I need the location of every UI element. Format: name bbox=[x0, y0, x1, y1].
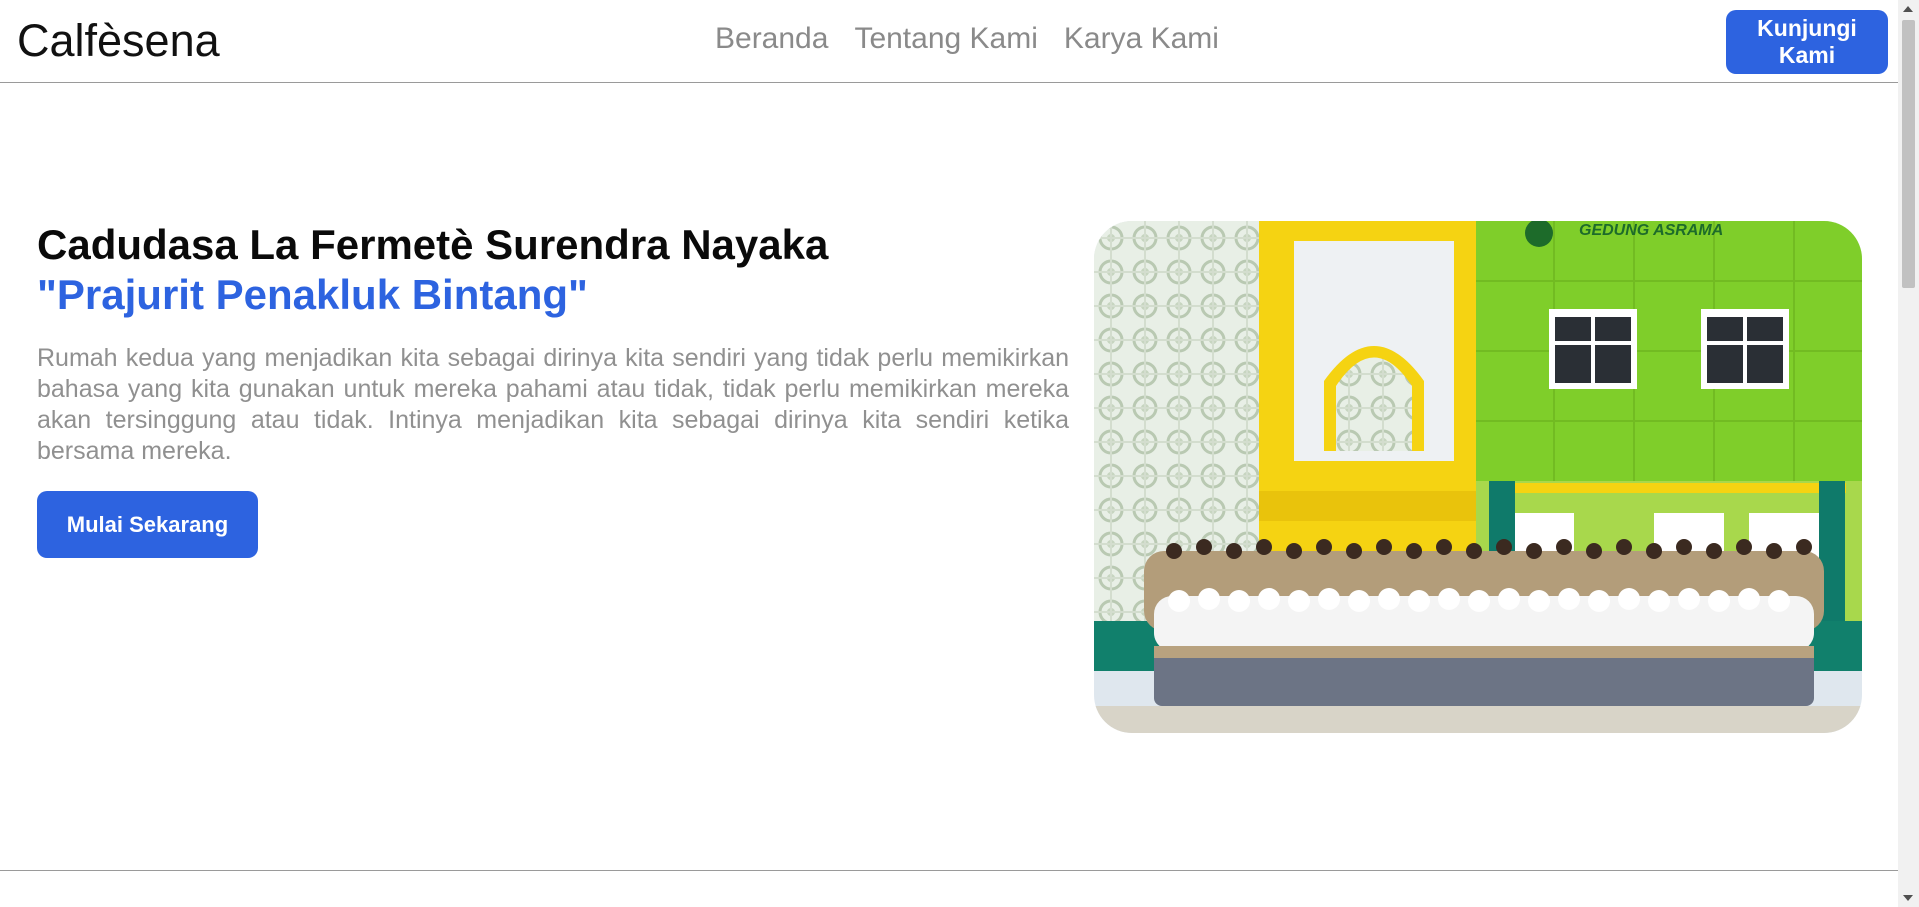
hero-subtitle: "Prajurit Penakluk Bintang" bbox=[37, 271, 588, 318]
scrollbar-thumb[interactable] bbox=[1902, 20, 1915, 288]
hero-title: Cadudasa La Fermetè Surendra Nayaka bbox=[37, 221, 829, 268]
start-now-button[interactable]: Mulai Sekarang bbox=[37, 491, 258, 558]
hero-photo: GEDUNG ASRAMA bbox=[1094, 221, 1862, 733]
building-sign: GEDUNG ASRAMA bbox=[1579, 222, 1723, 239]
scroll-up-arrow-icon[interactable] bbox=[1903, 6, 1913, 12]
hero-description: Rumah kedua yang menjadikan kita sebagai… bbox=[37, 344, 1069, 465]
brand-logo[interactable]: Calfèsena bbox=[17, 12, 220, 70]
page-scrollbar[interactable] bbox=[1898, 0, 1919, 907]
nav-link-karya-kami[interactable]: Karya Kami bbox=[1064, 20, 1219, 58]
visit-us-button[interactable]: Kunjungi Kami bbox=[1726, 10, 1888, 74]
nav-link-beranda[interactable]: Beranda bbox=[715, 20, 828, 58]
hero-photo-illustration: GEDUNG ASRAMA bbox=[1094, 221, 1862, 733]
main-nav: Beranda Tentang Kami Karya Kami bbox=[715, 20, 1219, 58]
nav-link-tentang-kami[interactable]: Tentang Kami bbox=[854, 20, 1037, 58]
footer-divider bbox=[0, 870, 1898, 871]
site-header: Calfèsena Beranda Tentang Kami Karya Kam… bbox=[0, 0, 1898, 83]
scroll-down-arrow-icon[interactable] bbox=[1903, 895, 1913, 901]
